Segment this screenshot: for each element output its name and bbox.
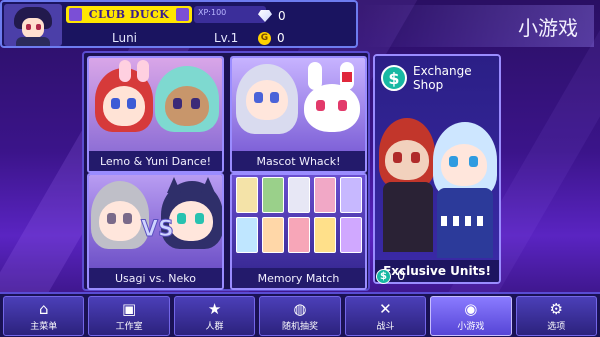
nav-home[interactable]: ⌂ 主菜单	[3, 296, 85, 336]
game-label: Usagi vs. Neko	[89, 268, 222, 288]
dollar-icon: $	[376, 268, 391, 284]
exchange-balance: $ 0	[376, 266, 501, 286]
page-title: 小游戏	[362, 5, 594, 47]
camera-icon: ▣	[122, 299, 137, 318]
diamond-icon	[258, 10, 272, 22]
nav-label: 随机抽奖	[281, 321, 318, 332]
nav-minigames[interactable]: ◉ 小游戏	[430, 296, 512, 336]
game-label: Mascot Whack!	[232, 151, 365, 171]
bottom-nav: ⌂ 主菜单 ▣ 工作室 ★ 人群 ◍ 随机抽奖 ✕ 战斗 ◉ 小游戏 ⚙ 选项	[0, 292, 600, 337]
nav-options[interactable]: ⚙ 选项	[515, 296, 597, 336]
game-tile-lemo-yuni-dance[interactable]: Lemo & Yuni Dance!	[87, 56, 224, 173]
player-name: Luni	[112, 31, 138, 45]
player-panel: CLUB DUCK XP:100 Luni Lv.1 0 G 0	[0, 0, 358, 48]
exchange-shop-header: $ Exchange Shop	[381, 64, 472, 92]
club-emblem-icon	[69, 8, 82, 21]
exchange-balance-value: 0	[397, 268, 406, 284]
nav-label: 人群	[205, 321, 224, 332]
exchange-shop-card[interactable]: $ Exchange Shop Exclusive Units!	[373, 54, 501, 284]
versus-text: VS	[141, 217, 175, 243]
shop-title-line2: Shop	[413, 78, 444, 92]
game-label: Memory Match	[232, 268, 365, 288]
nav-label: 选项	[547, 321, 566, 332]
game-tile-memory-match[interactable]: Memory Match	[230, 173, 367, 290]
club-emblem-icon	[176, 8, 189, 21]
game-tile-usagi-vs-neko[interactable]: VS Usagi vs. Neko	[87, 173, 224, 290]
player-level: Lv.1	[214, 31, 239, 45]
planet-icon: ◍	[293, 299, 307, 318]
xp-bar: XP:100	[194, 6, 266, 23]
lemo-yuni-artwork	[89, 58, 222, 151]
shop-title-line1: Exchange	[413, 64, 472, 78]
game-label: Lemo & Yuni Dance!	[89, 151, 222, 171]
nav-battle[interactable]: ✕ 战斗	[344, 296, 427, 336]
dollar-icon: $	[381, 65, 407, 91]
star-icon: ★	[207, 299, 222, 318]
nav-label: 主菜单	[30, 321, 58, 332]
swords-icon: ✕	[379, 299, 392, 318]
gold-counter: G 0	[258, 29, 285, 47]
diamond-count: 0	[278, 9, 286, 23]
nav-label: 小游戏	[457, 321, 485, 332]
gold-count: 0	[277, 31, 285, 45]
club-banner[interactable]: CLUB DUCK	[66, 6, 192, 23]
nav-gacha[interactable]: ◍ 随机抽奖	[259, 296, 341, 336]
gamepad-icon: ◉	[464, 299, 478, 318]
xp-label: XP:100	[198, 8, 227, 17]
home-icon: ⌂	[38, 299, 49, 318]
coin-icon: G	[258, 31, 271, 45]
game-tile-mascot-whack[interactable]: Mascot Whack!	[230, 56, 367, 173]
minigame-grid: Lemo & Yuni Dance! Mascot Whack! VS Usag…	[82, 51, 370, 291]
nav-label: 战斗	[376, 321, 395, 332]
usagi-neko-artwork: VS	[89, 175, 222, 268]
exchange-shop-title: Exchange Shop	[413, 64, 472, 92]
mascot-whack-artwork	[232, 58, 365, 151]
diamond-counter: 0	[258, 7, 286, 25]
player-avatar[interactable]	[4, 4, 62, 46]
nav-crowd[interactable]: ★ 人群	[173, 296, 256, 336]
memory-match-artwork	[232, 175, 365, 268]
nav-label: 工作室	[115, 321, 143, 332]
gear-icon: ⚙	[549, 299, 563, 318]
club-name: CLUB DUCK	[88, 8, 170, 21]
nav-studio[interactable]: ▣ 工作室	[88, 296, 170, 336]
